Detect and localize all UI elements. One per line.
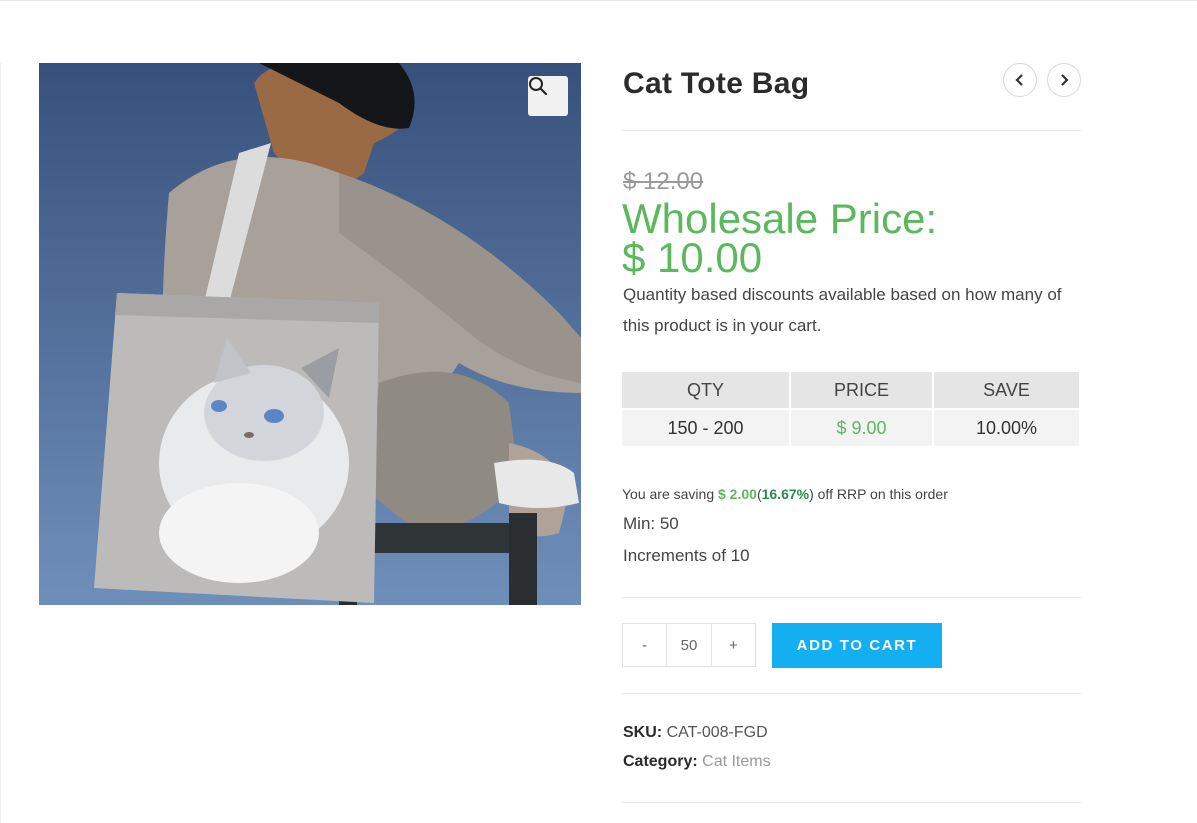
sku-value: CAT-008-FGD [666,724,768,741]
cart-top-divider [622,597,1081,598]
header-save: SAVE [933,372,1081,410]
prev-product-button[interactable] [1003,63,1037,97]
next-product-button[interactable] [1047,63,1081,97]
saving-notice: You are saving $ 2.00(16.67%) off RRP on… [622,486,948,502]
wholesale-price: Wholesale Price: $ 10.00 [622,195,938,281]
product-photo [39,63,581,605]
category-label: Category: [623,753,698,770]
quantity-increments: Increments of 10 [623,546,750,565]
product-image[interactable] [39,63,581,605]
header-price: PRICE [790,372,934,410]
title-divider [622,130,1081,131]
product-title: Cat Tote Bag [623,67,810,100]
cart-bottom-divider [622,693,1081,694]
quantity-stepper: - 50 + [622,623,756,667]
saving-amount: $ 2.00 [718,486,757,502]
chevron-right-icon [1061,74,1069,86]
tier-save: 10.00% [933,409,1081,448]
table-row: 150 - 200 $ 9.00 10.00% [622,409,1081,448]
sku-label: SKU: [623,724,663,741]
tier-price: $ 9.00 [790,409,934,448]
wholesale-label: Wholesale Price: [622,195,938,242]
wholesale-amount: $ 10.00 [622,234,763,281]
tier-qty: 150 - 200 [622,409,791,448]
discount-description: Quantity based discounts available based… [623,285,1062,335]
saving-prefix: You are saving [622,486,715,502]
sku-line: SKU: CAT-008-FGD [623,724,768,742]
header-qty: QTY [622,372,791,410]
top-divider [0,0,1197,1]
quantity-minus-button[interactable]: - [623,624,666,666]
pricing-table: QTY PRICE SAVE 150 - 200 $ 9.00 10.00% [622,372,1081,448]
chevron-left-icon [1015,74,1023,86]
meta-divider [622,802,1081,803]
add-to-cart-button[interactable]: ADD TO CART [772,623,942,668]
category-line: Category: Cat Items [623,753,771,771]
quantity-input[interactable]: 50 [666,624,712,666]
zoom-button[interactable] [528,76,568,116]
saving-percent: 16.67% [761,486,810,502]
left-border [0,63,1,823]
quantity-plus-button[interactable]: + [712,624,755,666]
original-price: $ 12.00 [623,168,704,195]
saving-suffix: ) off RRP on this order [809,486,948,502]
search-icon [529,77,548,96]
category-link[interactable]: Cat Items [702,753,770,770]
min-quantity: Min: 50 [623,514,679,533]
